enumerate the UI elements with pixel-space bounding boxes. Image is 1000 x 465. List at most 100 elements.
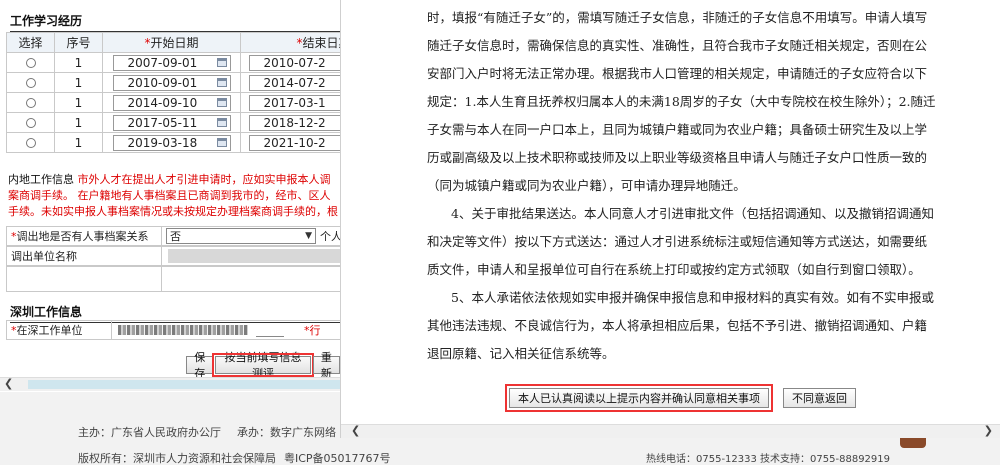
end-date-cell: 2014-07-2 [240, 72, 340, 93]
shenzhen-tail-label: *行 [304, 324, 321, 337]
row-select-cell [6, 72, 55, 93]
end-date-cell: 2018-12-2 [240, 112, 340, 133]
table-row: 1 2019-03-18 2021-10-2 [6, 132, 340, 153]
commitment-dialog: 时，填报“有随迁子女”的，需填写随迁子女信息，非随迁的子女信息不用填写。申请人填… [340, 0, 1000, 438]
start-date-input[interactable]: 2017-05-11 [112, 114, 231, 131]
col-header-end-label: 结束日期 [302, 36, 340, 50]
modal-horizontal-scrollbar[interactable]: ❮ ❯ [341, 424, 1000, 438]
row-select-radio[interactable] [25, 138, 36, 148]
calendar-icon[interactable] [216, 98, 227, 107]
agree-button-highlight: 本人已认真阅读以上提示内容并确认同意相关事项 [505, 384, 773, 412]
end-date-input[interactable]: 2014-07-2 [248, 74, 340, 91]
scroll-right-arrow-icon[interactable]: ❯ [984, 424, 993, 437]
archive-after-label: 个人 [320, 230, 340, 243]
transfer-unit-input[interactable] [168, 249, 340, 263]
modal-paragraph-delivery-text: 4、关于审批结果送达。本人同意人才引进审批文件（包括招调通知、以及撤销招调通知和… [427, 206, 934, 277]
end-date-cell: 2021-10-2 [240, 132, 340, 153]
modal-button-row: 本人已认真阅读以上提示内容并确认同意相关事项 不同意返回 [505, 384, 856, 412]
disagree-return-button[interactable]: 不同意返回 [783, 388, 856, 408]
start-date-input[interactable]: 2007-09-01 [112, 54, 231, 71]
row-select-cell [6, 52, 55, 73]
modal-paragraph-delivery: 4、关于审批结果送达。本人同意人才引进审批文件（包括招调通知、以及撤销招调通知和… [427, 200, 939, 284]
shenzhen-work-title: 深圳工作信息 [10, 305, 340, 323]
shenzhen-unit-label-text: 在深工作单位 [16, 324, 83, 337]
shenzhen-unit-extra-input[interactable] [256, 323, 284, 337]
footer-copyright: 版权所有：深圳市人力资源和社会保障局 [78, 452, 276, 465]
archive-relation-row: * 调出地是否有人事档案关系 否 ▼ 个人 [6, 226, 340, 246]
footer-line-2: 版权所有：深圳市人力资源和社会保障局 粤ICP备05017767号 [78, 450, 391, 465]
start-date-value: 2019-03-18 [127, 135, 198, 150]
shenzhen-unit-value-redacted[interactable] [118, 325, 248, 335]
start-date-value: 2010-09-01 [127, 75, 198, 90]
footer-organizer: 承办：数字广东网络 [237, 426, 336, 439]
start-date-cell: 2017-05-11 [102, 112, 241, 133]
scrollbar-thumb[interactable] [28, 380, 340, 389]
footer-line-1: 主办：广东省人民政府办公厅 承办：数字广东网络 [78, 424, 336, 440]
notice-line-3: 手续。未如实申报人事档案情况或未按规定办理档案商调手续的， [8, 205, 327, 218]
calendar-icon[interactable] [216, 58, 227, 67]
end-date-value: 2021-10-2 [263, 135, 326, 150]
end-date-input[interactable]: 2017-03-1 [248, 94, 340, 111]
shenzhen-unit-label: * 在深工作单位 [7, 321, 112, 339]
form-button-bar: 保存 按当前填写信息测评 重新 [186, 351, 340, 380]
scroll-left-arrow-icon[interactable]: ❮ [351, 424, 360, 437]
work-history-title: 工作学习经历 [10, 14, 340, 32]
inland-work-label: 内地工作信息 [8, 173, 74, 186]
evaluate-button[interactable]: 按当前填写信息测评 [212, 351, 314, 380]
col-header-select: 选择 [6, 32, 55, 53]
table-row: 1 2010-09-01 2014-07-2 [6, 72, 340, 93]
scroll-left-arrow-icon[interactable]: ❮ [4, 377, 13, 390]
start-date-cell: 2010-09-01 [102, 72, 241, 93]
row-select-radio[interactable] [25, 58, 36, 68]
save-button[interactable]: 保存 [186, 351, 214, 380]
calendar-icon[interactable] [216, 78, 227, 87]
end-date-value: 2014-07-2 [263, 75, 326, 90]
start-date-cell: 2007-09-01 [102, 52, 241, 73]
modal-paragraph-commitment: 5、本人承诺依法依规如实申报并确保申报信息和申报材料的真实有效。如有不实申报或其… [427, 284, 939, 368]
reset-button[interactable]: 重新 [312, 351, 340, 380]
row-select-radio[interactable] [25, 98, 36, 108]
transfer-unit-label: 调出单位名称 [7, 247, 162, 265]
archive-relation-select[interactable]: 否 ▼ [166, 228, 316, 244]
start-date-value: 2007-09-01 [127, 55, 198, 70]
modal-paragraph-commitment-text: 5、本人承诺依法依规如实申报并确保申报信息和申报材料的真实有效。如有不实申报或其… [427, 290, 934, 361]
row-select-radio[interactable] [25, 118, 36, 128]
calendar-icon[interactable] [216, 118, 227, 127]
col-header-start-label: 开始日期 [150, 36, 199, 50]
start-date-input[interactable]: 2010-09-01 [112, 74, 231, 91]
start-date-cell: 2019-03-18 [102, 132, 241, 153]
footer-icp-link[interactable]: 粤ICP备05017767号 [284, 452, 391, 465]
end-date-value: 2017-03-1 [263, 95, 326, 110]
row-seq: 1 [54, 132, 103, 153]
end-date-input[interactable]: 2021-10-2 [248, 134, 340, 151]
end-date-value: 2010-07-2 [263, 55, 326, 70]
row-seq: 1 [54, 72, 103, 93]
calendar-icon[interactable] [216, 138, 227, 147]
archive-relation-label: * 调出地是否有人事档案关系 [7, 227, 162, 245]
start-date-cell: 2014-09-10 [102, 92, 241, 113]
chevron-down-icon: ▼ [305, 231, 312, 241]
start-date-input[interactable]: 2019-03-18 [112, 134, 231, 151]
footer-host: 主办：广东省人民政府办公厅 [78, 426, 221, 439]
end-date-input[interactable]: 2010-07-2 [248, 54, 340, 71]
notice-line-3-tail: 根 [327, 205, 338, 218]
table-header-row: 选择 序号 *开始日期 *结束日期 [6, 32, 340, 53]
row-select-radio[interactable] [25, 78, 36, 88]
shenzhen-unit-row: * 在深工作单位 *行 [6, 320, 340, 340]
end-date-input[interactable]: 2018-12-2 [248, 114, 340, 131]
blank-row [6, 266, 340, 292]
start-date-value: 2014-09-10 [127, 95, 198, 110]
modal-paragraph-children: 时，填报“有随迁子女”的，需填写随迁子女信息，非随迁的子女信息不用填写。申请人填… [427, 10, 936, 193]
form-horizontal-scrollbar[interactable]: ❮ [0, 377, 340, 391]
end-date-cell: 2017-03-1 [240, 92, 340, 113]
row-select-cell [6, 132, 55, 153]
agree-confirm-button[interactable]: 本人已认真阅读以上提示内容并确认同意相关事项 [509, 388, 769, 408]
table-row: 1 2007-09-01 2010-07-2 [6, 52, 340, 73]
end-date-value: 2018-12-2 [263, 115, 326, 130]
start-date-value: 2017-05-11 [127, 115, 198, 130]
row-seq: 1 [54, 112, 103, 133]
start-date-input[interactable]: 2014-09-10 [112, 94, 231, 111]
notice-line-2: 案商调手续。 在户籍地有人事档案且已商调到我市的，经市、区人 [8, 189, 331, 202]
work-history-table: 选择 序号 *开始日期 *结束日期 1 2007-09-01 2010-07-2… [6, 32, 340, 153]
col-header-end: *结束日期 [240, 32, 340, 53]
